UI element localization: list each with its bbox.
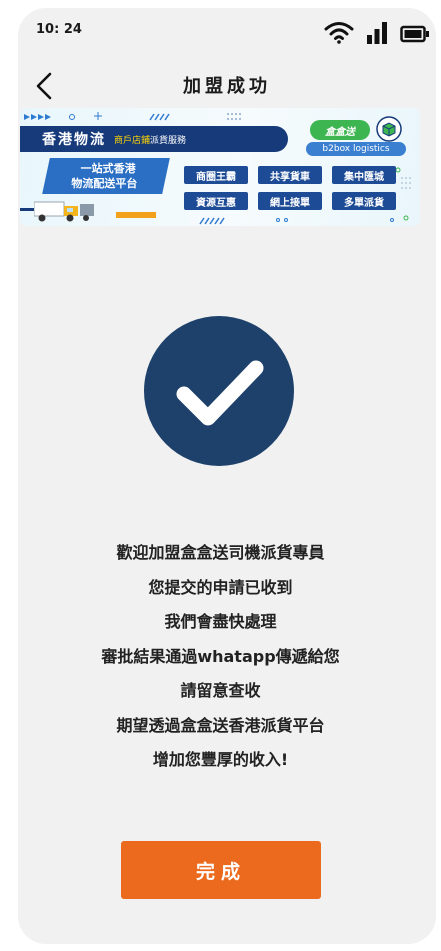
status-bar: 10: 24 bbox=[18, 8, 436, 52]
banner-tag: 集中匯城 bbox=[332, 166, 396, 184]
status-icons bbox=[324, 18, 430, 44]
banner-headline: 香港物流 商戶店鋪派貨服務 bbox=[20, 126, 288, 152]
battery-icon bbox=[400, 24, 430, 44]
logo-subtitle: b2box logistics bbox=[306, 142, 406, 156]
b2box-logo: 盒盒送 b2box logistics bbox=[298, 116, 410, 156]
truck-icon bbox=[34, 201, 94, 222]
message-line: 我們會盡快處理 bbox=[164, 612, 277, 631]
signal-icon bbox=[366, 20, 388, 44]
wifi-icon bbox=[324, 20, 354, 44]
banner-tag: 資源互惠 bbox=[184, 192, 248, 210]
banner-service: 商戶店鋪派貨服務 bbox=[114, 135, 187, 146]
message-line: 審批結果通過whatapp傳遞給您 bbox=[101, 646, 340, 666]
status-time: 10: 24 bbox=[36, 22, 82, 37]
message-line: 歡迎加盟盒盒送司機派貨專員 bbox=[116, 543, 325, 562]
logo-text: 盒盒送 bbox=[310, 120, 370, 140]
banner-tagline: 一站式香港 物流配送平台 bbox=[42, 158, 170, 194]
checkmark-circle-icon bbox=[144, 316, 294, 466]
nav-bar: 加盟成功 bbox=[18, 62, 436, 106]
message-line: 增加您豐厚的收入! bbox=[152, 750, 289, 769]
message-line: 期望透過盒盒送香港派貨平台 bbox=[116, 715, 325, 735]
banner-brand: 香港物流 bbox=[42, 132, 106, 148]
done-button[interactable]: 完成 bbox=[121, 841, 321, 899]
page-title: 加盟成功 bbox=[183, 76, 271, 97]
banner-tag: 網上接單 bbox=[258, 192, 322, 210]
promo-banner[interactable]: 香港物流 商戶店鋪派貨服務 一站式香港 物流配送平台 盒盒送 b2box log… bbox=[20, 108, 420, 226]
box-logo-icon bbox=[376, 116, 402, 142]
banner-tags: 商圈王霸 共享貨車 集中匯城 資源互惠 網上接單 多單派貨 bbox=[184, 166, 396, 210]
banner-tag: 多單派貨 bbox=[332, 192, 396, 210]
banner-tag: 商圈王霸 bbox=[184, 166, 248, 184]
message-line: 您提交的申請已收到 bbox=[148, 577, 293, 597]
message-line: 請留意查收 bbox=[180, 681, 261, 700]
banner-tag: 共享貨車 bbox=[258, 166, 322, 184]
success-message: 歡迎加盟盒盒送司機派貨專員 您提交的申請已收到 我們會盡快處理 審批結果通過wh… bbox=[0, 536, 441, 778]
